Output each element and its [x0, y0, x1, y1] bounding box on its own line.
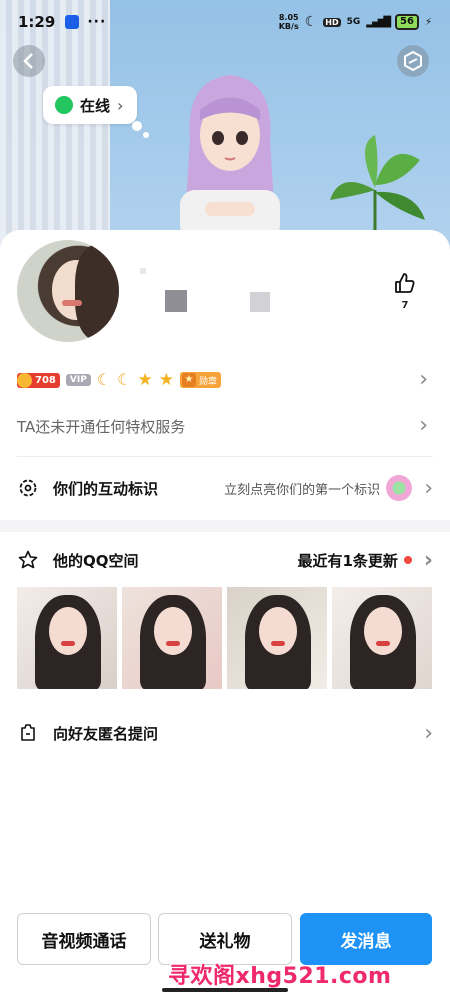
chevron-right-icon: ›: [423, 547, 433, 573]
more-notifications-icon: ···: [87, 14, 107, 30]
qzone-photo[interactable]: [17, 587, 117, 689]
net-speed-unit: KB/s: [278, 22, 299, 31]
net-speed: 8.05 KB/s: [279, 13, 299, 31]
photo-face: [364, 607, 402, 655]
plant-decoration: [330, 135, 425, 235]
nickname-blurred-mark: [140, 268, 146, 274]
gear-badge-icon: [17, 477, 39, 499]
signal-5g: 5G: [346, 17, 361, 27]
qzone-photo[interactable]: [122, 587, 222, 689]
bubble-tail-small: [143, 132, 149, 138]
qzone-photo[interactable]: [332, 587, 432, 689]
qzone-row[interactable]: 他的QQ空间 最近有1条更新 ›: [17, 540, 433, 580]
vip-badge: VIP: [65, 374, 91, 386]
avatar-3d-character[interactable]: [175, 70, 285, 240]
thumbs-up-icon: [395, 273, 415, 293]
hexagon-settings-icon: [404, 51, 422, 71]
interaction-mark-label: 你们的互动标识: [53, 479, 159, 498]
privilege-status-text[interactable]: TA还未开通任何特权服务: [17, 416, 185, 437]
medal-label: 勋章: [198, 376, 217, 387]
chevron-left-icon: [23, 53, 33, 69]
photo-lips: [166, 641, 180, 646]
star-level-icon: ★: [137, 370, 153, 390]
hd-icon: HD: [323, 17, 341, 27]
chevron-right-icon: ›: [424, 720, 433, 746]
photo-lips: [61, 641, 75, 646]
chevron-right-icon: ›: [117, 95, 124, 115]
profile-card: 7 708 VIP ☾ ☾ ★ ★ ★ 勋章 › TA还未开通任何特权服务 › …: [0, 230, 450, 1000]
update-dot-icon: [403, 556, 412, 564]
back-button[interactable]: [13, 45, 45, 77]
online-status-text: 在线: [80, 96, 111, 115]
online-status-bubble[interactable]: 在线 ›: [43, 86, 138, 124]
divider: [17, 456, 433, 457]
watermark-text: 寻欢阁xhg521.com: [168, 964, 392, 989]
signal-bars-icon: ▂▄▆█: [366, 16, 391, 28]
photo-face: [259, 607, 297, 655]
medal-badge: ★ 勋章: [179, 372, 221, 388]
level-badge-value: 708: [35, 374, 56, 386]
moon-icon: ☾: [304, 14, 318, 30]
qzone-update-text: 最近有1条更新: [297, 551, 398, 570]
anonymous-question-label: 向好友匿名提问: [53, 724, 159, 743]
badges-chevron-icon[interactable]: ›: [419, 369, 428, 391]
avatar[interactable]: [17, 240, 119, 342]
battery-indicator: 56: [395, 14, 419, 30]
moon-level-icon: ☾: [117, 370, 132, 389]
nickname-blurred-2: [250, 292, 270, 312]
star-level-icon: ★: [158, 370, 174, 390]
level-badge: 708: [17, 372, 60, 388]
anonymous-question-row[interactable]: 向好友匿名提问 ›: [17, 713, 433, 753]
anonymous-question-right: ›: [418, 721, 433, 746]
privilege-chevron-icon[interactable]: ›: [419, 415, 428, 437]
like-button[interactable]: 7: [392, 272, 418, 311]
photo-lips: [376, 641, 390, 646]
bubble-tail: [132, 121, 142, 131]
dress-up-button[interactable]: [397, 45, 429, 77]
online-dot-icon: [55, 96, 73, 114]
qzone-update-group: 最近有1条更新 ›: [297, 548, 433, 573]
photo-face: [154, 607, 192, 655]
question-bag-icon: [17, 722, 39, 744]
badges-row[interactable]: 708 VIP ☾ ☾ ★ ★ ★ 勋章: [17, 370, 430, 390]
like-count: 7: [401, 300, 409, 311]
avatar-lips: [62, 300, 82, 306]
profile-cover: 1:29 ··· 8.05 KB/s ☾ HD 5G ▂▄▆█ 56 ⚡ 在线 …: [0, 0, 450, 260]
section-gap: [0, 520, 450, 532]
status-time: 1:29: [18, 13, 56, 31]
photo-face: [49, 607, 87, 655]
charging-icon: ⚡: [424, 16, 432, 28]
qzone-photo[interactable]: [227, 587, 327, 689]
flower-mark-icon: [386, 475, 413, 501]
interaction-mark-hint: 立刻点亮你们的第一个标识: [224, 482, 381, 498]
moon-level-icon: ☾: [96, 370, 112, 389]
net-speed-value: 8.05: [278, 13, 299, 22]
interaction-mark-hint-group: 立刻点亮你们的第一个标识 ›: [224, 475, 433, 501]
qzone-label: 他的QQ空间: [53, 551, 139, 570]
av-call-button[interactable]: 音视频通话: [17, 913, 151, 965]
star-outline-icon: [17, 549, 39, 571]
home-indicator[interactable]: [162, 988, 288, 992]
medal-icon: ★: [181, 373, 196, 387]
coin-icon: [17, 372, 32, 388]
status-right: 8.05 KB/s ☾ HD 5G ▂▄▆█ 56 ⚡: [279, 13, 432, 31]
app-notification-icon: [65, 15, 80, 29]
photo-lips: [271, 641, 285, 646]
nickname-blurred: [165, 290, 187, 312]
interaction-mark-row[interactable]: 你们的互动标识 立刻点亮你们的第一个标识 ›: [17, 468, 433, 508]
qzone-photo-grid: [17, 587, 432, 689]
avatar-hair: [75, 245, 119, 340]
chevron-right-icon: ›: [424, 475, 433, 501]
status-bar: 1:29 ··· 8.05 KB/s ☾ HD 5G ▂▄▆█ 56 ⚡: [0, 0, 450, 44]
